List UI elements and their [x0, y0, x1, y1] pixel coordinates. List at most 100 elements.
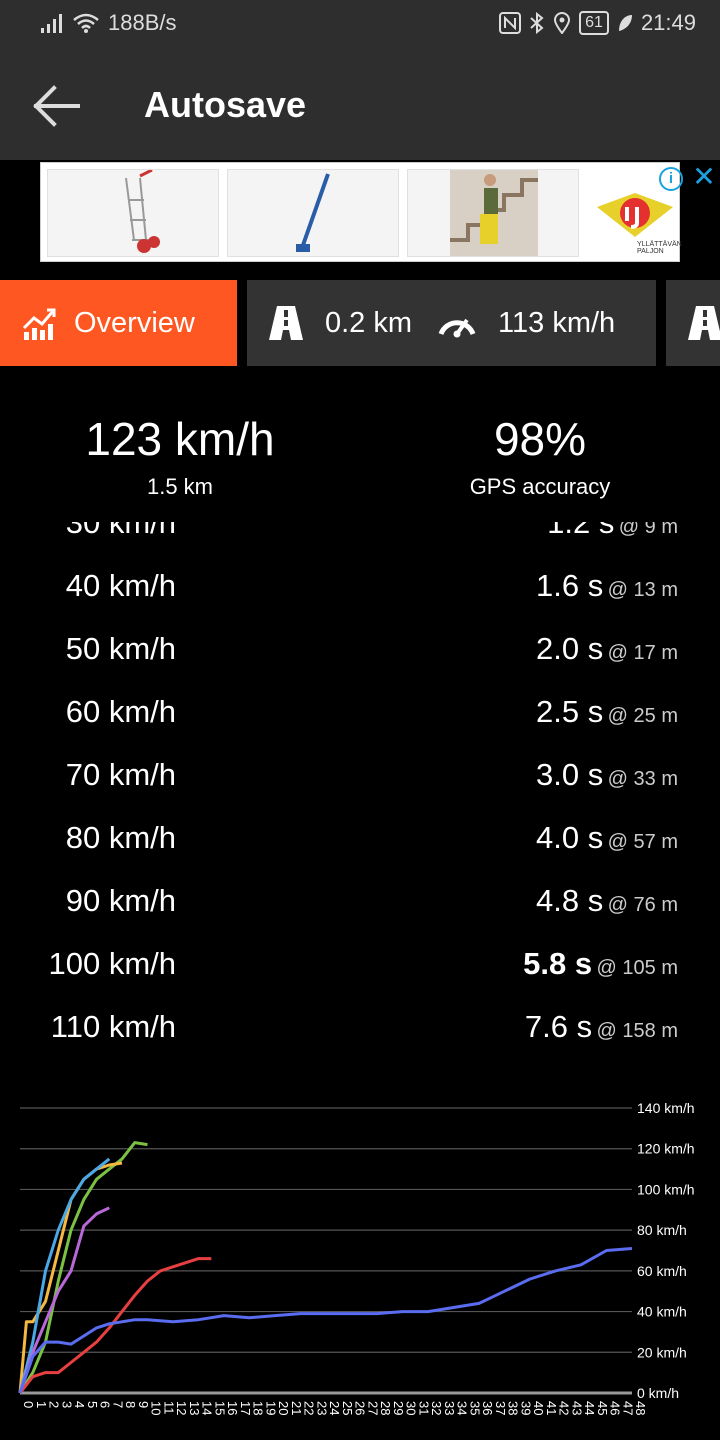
ad-image-tool[interactable]: [227, 169, 399, 257]
battery-level: 61: [579, 11, 609, 35]
total-distance: 1.5 km: [146, 474, 214, 499]
x-tick-label: 6: [98, 1401, 113, 1408]
split-row: 90 km/h 4.8 s @ 76 m: [0, 876, 720, 926]
x-tick-label: 47: [620, 1401, 635, 1415]
leaf-icon: [618, 15, 632, 31]
speed-chart-svg[interactable]: 0 km/h 20 km/h 40 km/h 60 km/h 80 km/h 100 km…: [0, 1090, 720, 1440]
split-row: 80 km/h 4.0 s @ 57 m: [0, 813, 720, 863]
x-tick-label: 28: [378, 1401, 393, 1415]
x-tick-label: 29: [391, 1401, 406, 1415]
tab-run[interactable]: 0.2 km 113 km/h: [247, 280, 656, 366]
x-tick-label: 19: [263, 1401, 278, 1415]
x-tick-label: 34: [455, 1401, 470, 1415]
split-speed: 30 km/h: [65, 522, 176, 540]
ad-info-icon[interactable]: i: [659, 167, 683, 191]
max-speed: 123 km/h: [85, 413, 275, 465]
split-time: 1.6 s @ 13 m: [536, 568, 678, 603]
location-icon: [554, 12, 571, 34]
x-tick-label: 13: [187, 1401, 202, 1415]
y-tick-label: 60 km/h: [637, 1263, 687, 1279]
split-speed: 60 km/h: [65, 694, 176, 729]
road-icon: [688, 306, 720, 340]
tab-run-top-speed: 113 km/h: [498, 306, 616, 339]
x-tick-label: 25: [340, 1401, 355, 1415]
split-row: 110 km/h 7.6 s @ 158 m: [0, 1002, 720, 1052]
summary-speed: 123 km/h 1.5 km: [0, 410, 360, 500]
road-icon: [269, 306, 303, 340]
x-tick-label: 40: [531, 1401, 546, 1415]
split-speed: 80 km/h: [65, 820, 176, 855]
x-tick-label: 0: [21, 1401, 36, 1408]
speedometer-icon: [438, 318, 476, 338]
split-speed: 100 km/h: [48, 946, 176, 981]
page-title: Autosave: [144, 84, 307, 125]
split-list[interactable]: 30 km/h 1.2 s @ 9 m 40 km/h 1.6 s @ 13 m…: [0, 522, 720, 1062]
status-right: 61 21:49: [499, 10, 696, 36]
tab-overview-label: Overview: [74, 306, 195, 339]
tab-next[interactable]: [666, 280, 720, 366]
x-tick-label: 20: [276, 1401, 291, 1415]
split-time: 4.8 s @ 76 m: [536, 883, 678, 918]
signal-icon: [41, 14, 62, 33]
split-row: 30 km/h 1.2 s @ 9 m: [0, 522, 720, 548]
y-tick-label: 120 km/h: [637, 1141, 695, 1157]
split-time: 3.0 s @ 33 m: [536, 757, 678, 792]
ad-close-icon[interactable]: ✕: [691, 163, 717, 191]
x-tick-label: 30: [404, 1401, 419, 1415]
x-tick-label: 45: [595, 1401, 610, 1415]
x-tick-label: 12: [174, 1401, 189, 1415]
gps-accuracy-label: GPS accuracy: [469, 474, 611, 499]
ad-image-stair-climber[interactable]: [407, 169, 579, 257]
x-tick-label: 26: [353, 1401, 368, 1415]
y-tick-label: 20 km/h: [637, 1344, 687, 1360]
x-tick-label: 46: [608, 1401, 623, 1415]
y-tick-label: 40 km/h: [637, 1304, 687, 1320]
split-speed: 50 km/h: [65, 631, 176, 666]
split-speed: 70 km/h: [65, 757, 176, 792]
x-tick-label: 15: [212, 1401, 227, 1415]
x-tick-label: 24: [327, 1401, 342, 1415]
x-tick-label: 3: [59, 1401, 74, 1408]
series-line: [18, 1206, 110, 1394]
y-tick-label: 80 km/h: [637, 1222, 687, 1238]
split-time: 7.6 s @ 158 m: [524, 1009, 678, 1044]
x-tick-label: 16: [225, 1401, 240, 1415]
x-tick-label: 38: [506, 1401, 521, 1415]
gps-accuracy-value: 98%: [493, 413, 587, 465]
split-speed: 90 km/h: [65, 883, 176, 918]
split-time: 2.0 s @ 17 m: [536, 631, 678, 666]
x-tick-label: 8: [123, 1401, 138, 1408]
tab-overview[interactable]: Overview: [0, 280, 237, 366]
speed-chart[interactable]: 0 km/h 20 km/h 40 km/h 60 km/h 80 km/h 100 km…: [0, 1090, 720, 1440]
split-row: 50 km/h 2.0 s @ 17 m: [0, 624, 720, 674]
x-tick-label: 18: [251, 1401, 266, 1415]
back-button[interactable]: [28, 78, 84, 134]
split-time: 1.2 s @ 9 m: [547, 522, 678, 540]
x-tick-label: 42: [557, 1401, 572, 1415]
x-tick-label: 44: [582, 1401, 597, 1415]
ad-banner[interactable]: YLLÄTTÄVÄN PALJON i ✕: [40, 162, 716, 262]
x-tick-label: 37: [493, 1401, 508, 1415]
wifi-icon: [73, 13, 99, 33]
status-left: 188B/s: [40, 10, 177, 36]
status-bar: 188B/s 61 21:49: [0, 0, 720, 48]
x-tick-label: 48: [633, 1401, 648, 1415]
clock: 21:49: [640, 10, 696, 35]
x-tick-label: 43: [569, 1401, 584, 1415]
x-tick-label: 7: [110, 1401, 125, 1408]
x-tick-label: 1: [34, 1401, 49, 1408]
x-tick-label: 27: [365, 1401, 380, 1415]
x-tick-label: 31: [416, 1401, 431, 1415]
ad-image-hand-truck[interactable]: [47, 169, 219, 257]
nfc-icon: [499, 12, 522, 34]
x-tick-label: 4: [72, 1401, 87, 1408]
split-row-best: 100 km/h 5.8 s @ 105 m: [0, 939, 720, 989]
chart-growth-icon: [22, 308, 56, 340]
bluetooth-icon: [530, 12, 544, 34]
x-tick-label: 23: [314, 1401, 329, 1415]
x-tick-label: 35: [467, 1401, 482, 1415]
x-tick-label: 32: [429, 1401, 444, 1415]
series-line: [18, 1247, 633, 1394]
y-tick-label: 100 km/h: [637, 1181, 695, 1197]
split-time: 2.5 s @ 25 m: [536, 694, 678, 729]
